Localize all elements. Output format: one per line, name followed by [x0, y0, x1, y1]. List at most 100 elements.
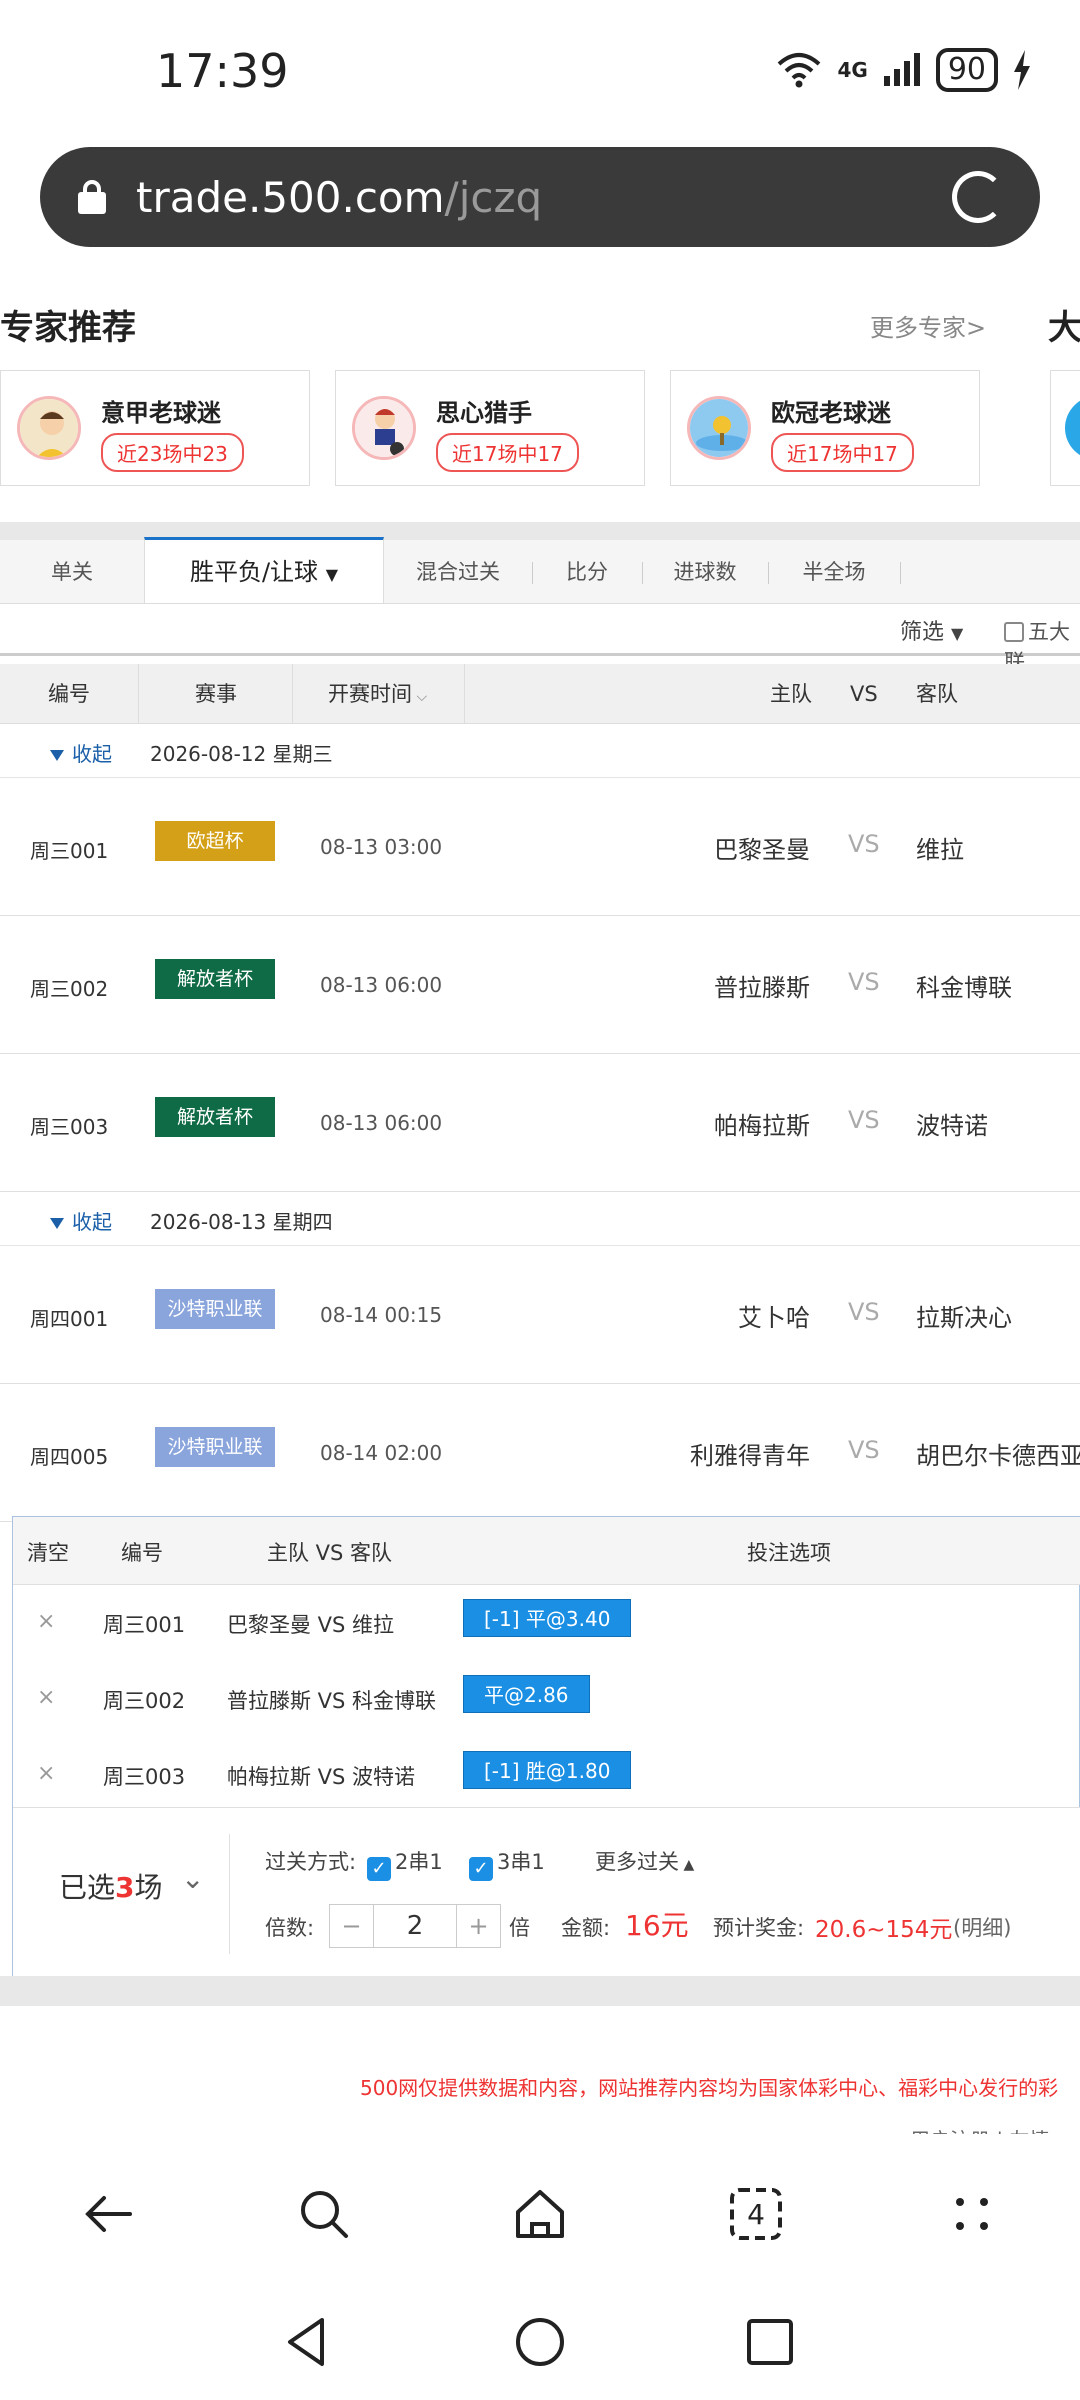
away-team: 科金博联 [916, 974, 1012, 1002]
wifi-icon [778, 53, 821, 88]
tab-win-draw-loss[interactable]: 胜平负/让球 ▼ [144, 537, 384, 603]
slip-teams: 帕梅拉斯 VS 波特诺 [227, 1765, 416, 1789]
expert-record-badge: 近17场中17 [436, 433, 579, 472]
tab-half-full[interactable]: 半全场 [768, 540, 900, 604]
network-type: 4G [837, 58, 868, 82]
avatar [352, 396, 416, 460]
pass-2x1-checkbox[interactable]: ✓ 2串1 [367, 1846, 443, 1881]
check-icon: ✓ [367, 1857, 391, 1881]
reload-icon[interactable] [952, 171, 1004, 223]
selected-odds-button[interactable]: [-1] 胜@1.80 [463, 1751, 632, 1789]
match-time: 08-13 03:00 [320, 835, 443, 859]
tab-mixed-parlay[interactable]: 混合过关 [384, 540, 532, 604]
slip-teams: 巴黎圣曼 VS 维拉 [227, 1613, 395, 1637]
expert-record-badge: 近17场中17 [771, 433, 914, 472]
match-row[interactable]: 周三001 欧超杯 08-13 03:00 巴黎圣曼 VS 维拉 [0, 778, 1080, 916]
more-pass-button[interactable]: 更多过关 ▲ [595, 1846, 694, 1876]
match-number: 周三003 [30, 1115, 109, 1139]
vs-label: VS [848, 968, 880, 996]
remove-icon[interactable]: × [37, 1685, 55, 1710]
prize-label: 预计奖金: [713, 1916, 805, 1940]
caret-down-icon: ▼ [951, 624, 964, 643]
tab-goals[interactable]: 进球数 [642, 540, 768, 604]
pass-3x1-checkbox[interactable]: ✓ 3串1 [469, 1846, 545, 1881]
svg-text:4: 4 [747, 2198, 765, 2231]
filter-bar: 筛选 ▼ 五大联 [0, 604, 1080, 674]
expert-name: 意甲老球迷 [101, 399, 221, 427]
amount-value: 16元 [625, 1909, 689, 1942]
nav-back-icon[interactable] [280, 2314, 336, 2370]
avatar [687, 396, 751, 460]
league-badge: 欧超杯 [155, 821, 275, 861]
match-row[interactable]: 周三002 解放者杯 08-13 06:00 普拉滕斯 VS 科金博联 [0, 916, 1080, 1054]
increment-button[interactable]: + [456, 1905, 500, 1947]
expert-card[interactable]: 欧冠老球迷 近17场中17 [670, 370, 980, 486]
more-experts-link[interactable]: 更多专家> [870, 308, 986, 343]
col-start-time[interactable]: 开赛时间 ⌵ [328, 664, 427, 727]
slip-row: × 周三002 普拉滕斯 VS 科金博联 平@2.86 [13, 1661, 1080, 1737]
vs-label: VS [848, 1436, 880, 1464]
nav-home-icon[interactable] [512, 2314, 568, 2370]
match-time: 08-14 02:00 [320, 1441, 443, 1465]
home-team: 帕梅拉斯 [714, 1112, 810, 1140]
tabs-count-icon[interactable]: 4 [726, 2184, 786, 2244]
match-number: 周三002 [30, 977, 109, 1001]
home-team: 利雅得青年 [690, 1442, 810, 1470]
remove-icon[interactable]: × [37, 1761, 55, 1786]
date-group-header: 收起 2026-08-12 星期三 [0, 724, 1080, 778]
league-badge: 解放者杯 [155, 959, 275, 999]
expert-card-partial[interactable] [1050, 370, 1080, 486]
home-icon[interactable] [510, 2184, 570, 2244]
expert-name: 思心猎手 [436, 399, 532, 427]
table-header: 编号 赛事 开赛时间 ⌵ 主队 VS 客队 [0, 664, 1080, 724]
match-row[interactable]: 周四005 沙特职业联 08-14 02:00 利雅得青年 VS 胡巴尔卡德西亚 [0, 1384, 1080, 1522]
address-bar[interactable]: trade.500.com/jczq [40, 147, 1040, 247]
match-row[interactable]: 周三003 解放者杯 08-13 06:00 帕梅拉斯 VS 波特诺 [0, 1054, 1080, 1192]
col-league: 赛事 [195, 682, 237, 706]
expert-record-badge: 近23场中23 [101, 433, 244, 472]
expert-card[interactable]: 意甲老球迷 近23场中23 [0, 370, 310, 486]
caret-down-icon: ▼ [325, 565, 339, 584]
remove-icon[interactable]: × [37, 1609, 55, 1634]
vs-label: VS [848, 1106, 880, 1134]
slip-row: × 周三001 巴黎圣曼 VS 维拉 [-1] 平@3.40 [13, 1585, 1080, 1661]
menu-dots-icon[interactable] [942, 2184, 1002, 2244]
slip-match-number: 周三003 [103, 1765, 186, 1789]
selected-odds-button[interactable]: 平@2.86 [463, 1675, 590, 1713]
url-text[interactable]: trade.500.com/jczq [136, 173, 542, 222]
expert-card[interactable]: 思心猎手 近17场中17 [335, 370, 645, 486]
prize-detail-link[interactable]: (明细) [953, 1912, 1011, 1942]
multiplier-stepper: − 2 + [329, 1904, 501, 1948]
clock: 17:39 [156, 44, 289, 98]
col-vs: VS [850, 682, 878, 706]
multiplier-value[interactable]: 2 [374, 1905, 456, 1947]
selected-odds-button[interactable]: [-1] 平@3.40 [463, 1599, 632, 1637]
double-chevron-down-icon[interactable]: ⌄ [181, 1862, 204, 1895]
league-badge: 解放者杯 [155, 1097, 275, 1137]
back-arrow-icon[interactable] [78, 2184, 138, 2244]
triangle-down-icon [50, 750, 64, 761]
slip-col-number: 编号 [121, 1541, 163, 1565]
group-date: 2026-08-13 星期四 [150, 1210, 333, 1234]
slip-match-number: 周三001 [103, 1613, 186, 1637]
match-row[interactable]: 周四001 沙特职业联 08-14 00:15 艾卜哈 VS 拉斯决心 [0, 1246, 1080, 1384]
search-icon[interactable] [294, 2184, 354, 2244]
avatar [1065, 396, 1080, 460]
match-number: 周三001 [30, 839, 109, 863]
decrement-button[interactable]: − [330, 1905, 374, 1947]
multiplier-label: 倍数: [265, 1916, 315, 1940]
slip-match-number: 周三002 [103, 1689, 186, 1713]
clear-button[interactable]: 清空 [27, 1537, 69, 1567]
away-team: 维拉 [916, 836, 964, 864]
collapse-toggle[interactable]: 收起 [50, 738, 112, 767]
col-home: 主队 [770, 682, 812, 706]
nav-recents-icon[interactable] [742, 2314, 798, 2370]
away-team: 胡巴尔卡德西亚 [916, 1442, 1080, 1470]
filter-button[interactable]: 筛选 ▼ [900, 614, 963, 646]
home-team: 普拉滕斯 [714, 974, 810, 1002]
slip-col-options: 投注选项 [747, 1541, 831, 1565]
tab-single[interactable]: 单关 [0, 540, 144, 604]
lock-icon [78, 180, 106, 214]
collapse-toggle[interactable]: 收起 [50, 1206, 112, 1235]
tab-score[interactable]: 比分 [532, 540, 642, 604]
